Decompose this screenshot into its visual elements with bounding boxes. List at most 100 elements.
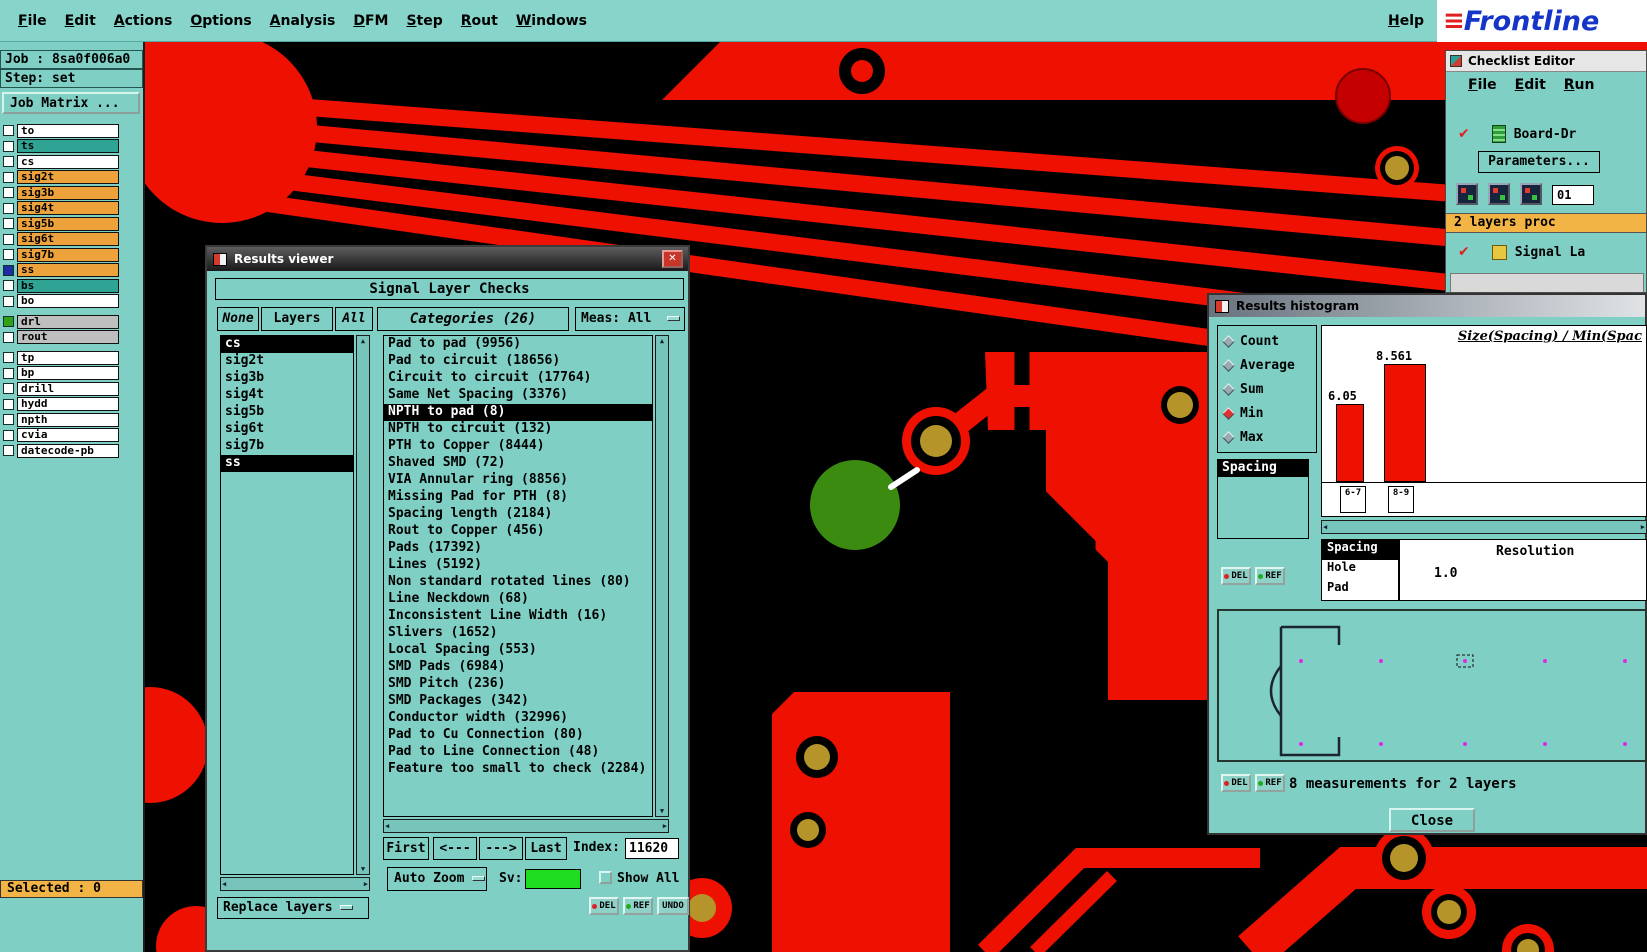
layer-name[interactable]: rout — [17, 330, 119, 345]
ref-button[interactable]: REF — [1255, 567, 1285, 585]
results-category-item[interactable]: Pad to Line Connection (48) — [384, 744, 652, 761]
layer-name[interactable]: drl — [17, 314, 119, 329]
layer-name[interactable]: cs — [17, 154, 119, 169]
layer-row[interactable]: cvia — [3, 428, 143, 444]
layer-context-checkbox[interactable] — [3, 156, 14, 168]
menu-item-help[interactable]: Help — [1388, 13, 1424, 29]
results-category-item[interactable]: Pad to pad (9956) — [384, 336, 652, 353]
results-category-item[interactable]: Pad to circuit (18656) — [384, 353, 652, 370]
results-category-item[interactable]: Non standard rotated lines (80) — [384, 574, 652, 591]
layer-row[interactable]: ts — [3, 139, 143, 155]
del-button[interactable]: DEL — [1221, 567, 1251, 585]
analysis-tool-icon[interactable] — [1520, 183, 1542, 205]
results-layer-item[interactable]: sig4t — [221, 387, 353, 404]
show-all-checkbox[interactable] — [599, 871, 612, 884]
sv-color-swatch[interactable] — [525, 869, 581, 889]
layer-row[interactable]: sig7b — [3, 247, 143, 263]
results-category-item[interactable]: VIA Annular ring (8856) — [384, 472, 652, 489]
layer-name[interactable]: cvia — [17, 428, 119, 443]
checklist-item-row[interactable]: ✔ Board-Dr — [1446, 123, 1646, 145]
layer-list-vertical-scrollbar[interactable]: ▲ ▼ — [356, 335, 370, 875]
results-layer-item[interactable]: sig7b — [221, 438, 353, 455]
layer-context-checkbox[interactable] — [3, 352, 14, 364]
measure-tab[interactable]: Hole — [1322, 560, 1398, 580]
ref-button[interactable]: REF — [623, 897, 653, 915]
layer-context-checkbox[interactable] — [3, 187, 14, 199]
layer-list-horizontal-scrollbar[interactable]: ◀ ▶ — [220, 877, 370, 891]
ref-button[interactable]: REF — [1255, 774, 1285, 792]
results-category-item[interactable]: Local Spacing (553) — [384, 642, 652, 659]
measure-type-item[interactable]: Spacing — [1218, 460, 1308, 477]
results-histogram-titlebar[interactable]: Results histogram — [1209, 295, 1645, 317]
nav-prev-button[interactable]: <--- — [433, 837, 477, 860]
layer-name[interactable]: ts — [17, 139, 119, 154]
layer-name[interactable]: tp — [17, 350, 119, 365]
results-layer-item[interactable]: sig6t — [221, 421, 353, 438]
nav-next-button[interactable]: ---> — [479, 837, 523, 860]
layer-name[interactable]: datecode-pb — [17, 443, 119, 458]
menu-item[interactable]: DFM — [353, 13, 388, 29]
del-button[interactable]: DEL — [1221, 774, 1251, 792]
results-layer-item[interactable]: sig5b — [221, 404, 353, 421]
layer-context-checkbox[interactable] — [3, 367, 14, 379]
close-icon[interactable]: ✕ — [662, 250, 683, 268]
layer-row[interactable]: sig5b — [3, 216, 143, 232]
results-category-item[interactable]: SMD Pads (6984) — [384, 659, 652, 676]
results-layer-item[interactable]: sig2t — [221, 353, 353, 370]
results-category-item[interactable]: Feature too small to check (2284) — [384, 761, 652, 778]
category-list-horizontal-scrollbar[interactable]: ◀ ▶ — [383, 819, 669, 833]
statistic-radio-option[interactable]: Sum — [1218, 377, 1316, 401]
layer-row[interactable]: cs — [3, 154, 143, 170]
checklist-item-row[interactable]: ✔ Signal La — [1446, 241, 1646, 263]
layer-name[interactable]: ss — [17, 263, 119, 278]
layer-row[interactable]: hydd — [3, 397, 143, 413]
statistic-radio-option[interactable]: Max — [1218, 425, 1316, 449]
results-category-item[interactable]: Pads (17392) — [384, 540, 652, 557]
layer-row[interactable]: sig3b — [3, 185, 143, 201]
undo-button[interactable]: UNDO — [657, 897, 689, 915]
layer-name[interactable]: bo — [17, 294, 119, 309]
results-category-item[interactable]: NPTH to circuit (132) — [384, 421, 652, 438]
checklist-item-signal-label[interactable]: Signal La — [1515, 245, 1585, 260]
menu-item[interactable]: Options — [190, 13, 251, 29]
analysis-tool-icon[interactable] — [1456, 183, 1478, 205]
statistic-radio-option[interactable]: Min — [1218, 401, 1316, 425]
meas-dropdown[interactable]: Meas: All — [575, 307, 685, 331]
layer-name[interactable]: bp — [17, 366, 119, 381]
layer-row[interactable]: sig4t — [3, 201, 143, 217]
checklist-menu-item[interactable]: File — [1468, 77, 1497, 93]
layer-row[interactable]: sig2t — [3, 170, 143, 186]
results-layer-item[interactable]: sig3b — [221, 370, 353, 387]
layer-context-checkbox[interactable] — [3, 171, 14, 183]
layer-context-checkbox[interactable] — [3, 218, 14, 230]
index-input[interactable] — [625, 838, 679, 859]
layer-context-checkbox[interactable] — [3, 280, 14, 292]
layer-name[interactable]: to — [17, 123, 119, 138]
measurement-preview[interactable] — [1217, 609, 1647, 762]
layer-row[interactable]: ss — [3, 263, 143, 279]
layer-context-checkbox[interactable] — [3, 295, 14, 307]
results-category-item[interactable]: Spacing length (2184) — [384, 506, 652, 523]
layer-row[interactable]: tp — [3, 350, 143, 366]
results-category-item[interactable]: Circuit to circuit (17764) — [384, 370, 652, 387]
chart-horizontal-scrollbar[interactable]: ◀ ▶ — [1321, 520, 1647, 534]
checklist-step-number[interactable]: 01 — [1552, 185, 1594, 205]
replace-layers-dropdown[interactable]: Replace layers — [217, 897, 369, 919]
results-category-item[interactable]: Slivers (1652) — [384, 625, 652, 642]
menu-item[interactable]: Windows — [516, 13, 587, 29]
layer-row[interactable]: bs — [3, 278, 143, 294]
layer-context-checkbox[interactable] — [3, 316, 14, 328]
results-layer-item[interactable]: ss — [221, 455, 353, 472]
results-viewer-titlebar[interactable]: Results viewer ✕ — [207, 247, 688, 271]
layer-context-checkbox[interactable] — [3, 429, 14, 441]
checklist-item-board-label[interactable]: Board-Dr — [1514, 127, 1577, 142]
layer-context-checkbox[interactable] — [3, 202, 14, 214]
checklist-editor-titlebar[interactable]: Checklist Editor — [1446, 51, 1646, 72]
results-category-item[interactable]: Same Net Spacing (3376) — [384, 387, 652, 404]
results-category-item[interactable]: Missing Pad for PTH (8) — [384, 489, 652, 506]
menu-item[interactable]: Analysis — [270, 13, 336, 29]
measure-tab[interactable]: Pad — [1322, 580, 1398, 600]
auto-zoom-dropdown[interactable]: Auto Zoom — [387, 867, 487, 891]
statistic-radio-option[interactable]: Count — [1218, 329, 1316, 353]
layer-name[interactable]: drill — [17, 381, 119, 396]
